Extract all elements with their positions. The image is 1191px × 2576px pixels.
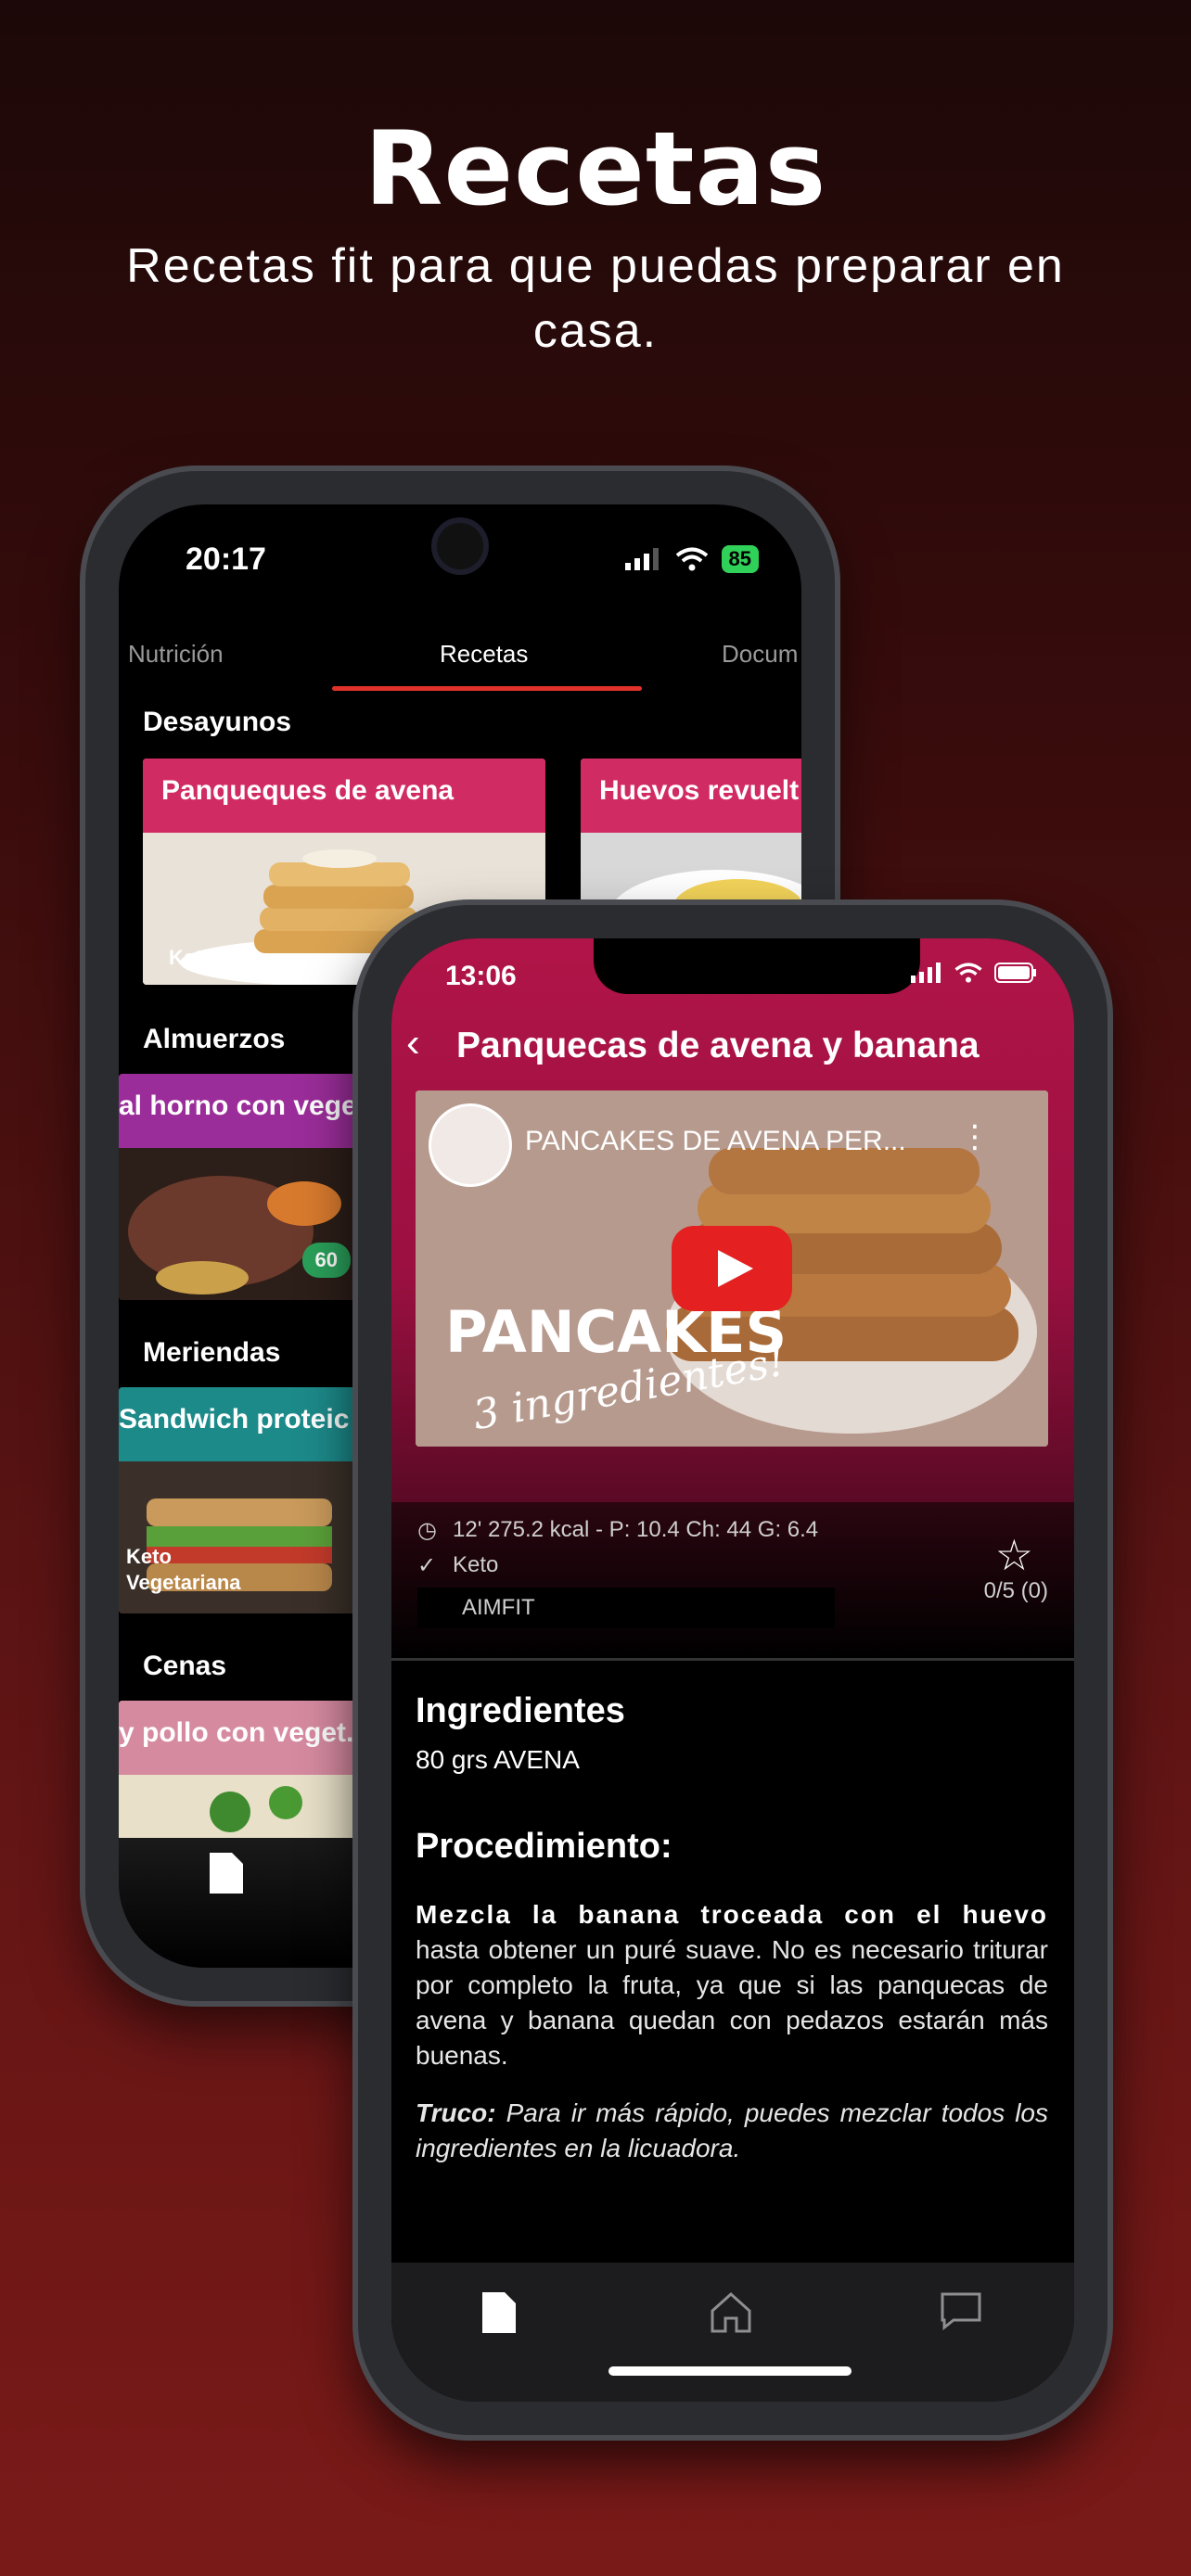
video-title: PANCAKES DE AVENA PER...: [525, 1126, 906, 1156]
section-cenas: Cenas: [143, 1651, 227, 1681]
procedure-text: Mezcla la banana troceada con el huevo h…: [416, 1897, 1048, 2073]
diet-label: Keto: [453, 1552, 499, 1577]
camera-icon: [431, 517, 489, 575]
clock-icon: ◷: [417, 1518, 437, 1543]
front-phone-screen: 13:06 ‹ Panquecas de avena y banana PANC…: [391, 938, 1074, 2402]
diet-tag: Keto: [169, 946, 214, 969]
chat-icon[interactable]: [939, 2290, 983, 2331]
recipe-card[interactable]: al horno con veget 60: [119, 1074, 360, 1300]
wifi-icon: [954, 963, 982, 983]
active-tab-indicator: [332, 686, 642, 691]
document-icon[interactable]: [208, 1851, 245, 1895]
more-vertical-icon[interactable]: ⋮: [959, 1118, 991, 1155]
status-icons: 85: [624, 545, 759, 573]
recipe-title: Panquecas de avena y banana: [456, 1026, 980, 1065]
card-title: Sandwich proteic: [119, 1387, 360, 1461]
home-indicator: [608, 2366, 852, 2376]
ingredients-heading: Ingredientes: [416, 1691, 625, 1730]
diet-tag: Keto: [126, 1545, 172, 1568]
tab-bar: Nutrición Recetas Docum: [119, 597, 801, 699]
ingredient-item: 80 grs AVENA: [416, 1745, 580, 1774]
author: AIMFIT: [417, 1588, 835, 1628]
procedure-bold: Mezcla la banana troceada con el huevo: [416, 1900, 1048, 1929]
tip-text: Truco: Para ir más rápido, puedes mezcla…: [416, 2096, 1048, 2166]
diet-tag: Vegetariana: [126, 1571, 241, 1594]
back-arrow-icon[interactable]: ‹: [406, 1020, 420, 1066]
play-button[interactable]: [672, 1226, 792, 1311]
divider: [391, 1658, 1074, 1661]
status-time: 20:17: [186, 542, 266, 577]
document-icon[interactable]: [480, 2290, 518, 2335]
signal-icon: [911, 963, 941, 983]
signal-icon: [624, 548, 659, 570]
status-icons: [911, 963, 1037, 983]
status-time: 13:06: [445, 961, 517, 991]
section-meriendas: Meriendas: [143, 1337, 281, 1368]
recipe-card[interactable]: y pollo con veget.: [119, 1701, 360, 1849]
rating: 0/5 (0): [983, 1578, 1048, 1603]
card-title: y pollo con veget.: [119, 1701, 360, 1775]
bottom-nav: [391, 2263, 1074, 2402]
time-badge: 60: [301, 1243, 351, 1278]
video-player[interactable]: PANCAKES DE AVENA PER... ⋮ PANCAKES 3 in…: [416, 1090, 1048, 1447]
front-phone-frame: 13:06 ‹ Panquecas de avena y banana PANC…: [358, 905, 1108, 2435]
recipe-meta: ◷ 12' 275.2 kcal - P: 10.4 Ch: 44 G: 6.4…: [391, 1502, 1074, 1660]
home-icon[interactable]: [709, 2290, 753, 2333]
check-icon: ✓: [417, 1553, 437, 1578]
tab-nutricion[interactable]: Nutrición: [128, 640, 224, 669]
procedure-body: hasta obtener un puré suave. No es neces…: [416, 1935, 1048, 2070]
channel-avatar[interactable]: [429, 1103, 512, 1187]
wifi-icon: [675, 547, 708, 571]
hero-subtitle: Recetas fit para que puedas preparar en …: [126, 239, 1065, 358]
hero-title: Recetas: [364, 109, 827, 228]
card-title: Huevos revuelt: [581, 759, 801, 833]
tab-recetas[interactable]: Recetas: [440, 640, 528, 669]
procedure-heading: Procedimiento:: [416, 1827, 672, 1866]
recipe-card[interactable]: Sandwich proteic Keto Vegetariana: [119, 1387, 360, 1613]
tip-label: Truco:: [416, 2098, 496, 2127]
battery-icon: [994, 963, 1036, 983]
star-icon[interactable]: ☆: [995, 1530, 1033, 1580]
section-almuerzos: Almuerzos: [143, 1024, 286, 1054]
card-title: al horno con veget: [119, 1074, 360, 1148]
nutrition-stats: 12' 275.2 kcal - P: 10.4 Ch: 44 G: 6.4: [453, 1517, 819, 1542]
notch: [594, 938, 920, 994]
tip-body: Para ir más rápido, puedes mezclar todos…: [416, 2098, 1048, 2162]
section-desayunos: Desayunos: [143, 707, 292, 737]
tab-documentos[interactable]: Docum: [722, 640, 798, 669]
card-title: Panqueques de avena: [143, 759, 545, 833]
battery-icon: 85: [721, 545, 759, 573]
